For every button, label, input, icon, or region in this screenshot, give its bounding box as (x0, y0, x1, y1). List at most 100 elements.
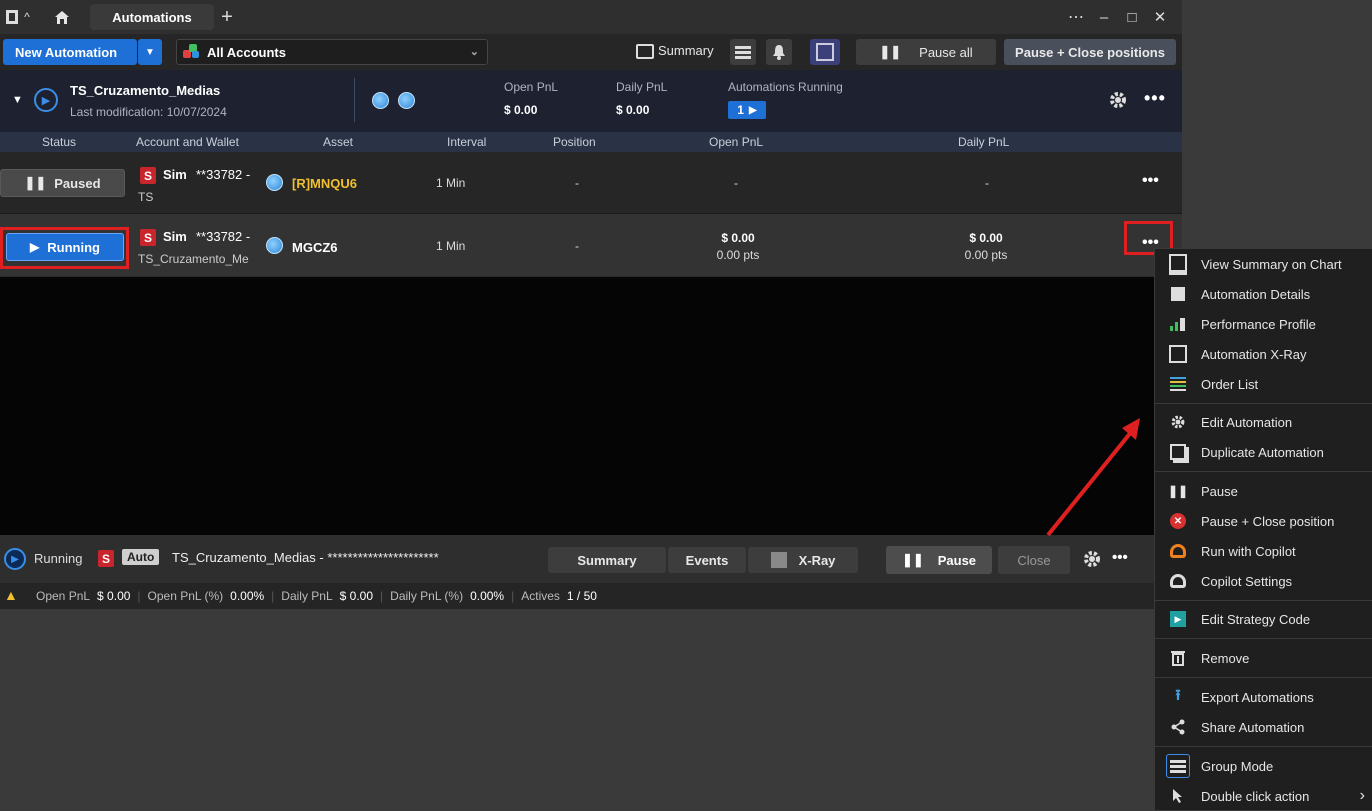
status-label: Running (47, 239, 100, 255)
globe-icon (372, 92, 389, 109)
automation-group-header[interactable]: ▼ ▶ TS_Cruzamento_Medias Last modificati… (0, 70, 1182, 132)
tab-events[interactable]: Events (668, 547, 746, 573)
menu-item-remove[interactable]: Remove (1155, 643, 1372, 673)
separator: | (271, 589, 275, 603)
tab-automations[interactable]: Automations (90, 4, 214, 30)
col-asset[interactable]: Asset (323, 135, 353, 149)
cursor-icon (1155, 788, 1201, 804)
daily-pnl-pts: 0.00 pts (964, 248, 1008, 262)
menu-item-run-with-copilot[interactable]: Run with Copilot (1155, 536, 1372, 566)
menu-label: Remove (1201, 650, 1250, 666)
close-window-icon[interactable]: ✕ (1150, 6, 1170, 28)
menu-item-automation-details[interactable]: Automation Details (1155, 279, 1372, 309)
menu-item-copilot-settings[interactable]: Copilot Settings (1155, 566, 1372, 596)
bell-icon[interactable] (766, 39, 792, 65)
close-button[interactable]: Close (998, 546, 1070, 574)
menu-item-performance-profile[interactable]: Performance Profile (1155, 309, 1372, 339)
menu-item-view-summary[interactable]: View Summary on Chart (1155, 249, 1372, 279)
position: - (575, 176, 579, 190)
new-automation-dropdown-icon[interactable]: ▼ (138, 39, 162, 65)
sim-badge: S (140, 167, 156, 184)
new-automation-label: New Automation (15, 44, 118, 60)
menu-item-pause[interactable]: ❚❚ Pause (1155, 476, 1372, 506)
list-view-icon[interactable] (730, 39, 756, 65)
add-tab-icon[interactable]: + (216, 5, 238, 29)
tab-xray[interactable]: X-Ray (748, 547, 858, 573)
col-daily-pnl[interactable]: Daily PnL (958, 135, 1009, 149)
pause-icon: ❚❚ (901, 552, 924, 567)
play-circle-icon[interactable]: ▶ (4, 548, 26, 570)
pause-close-positions-button[interactable]: Pause + Close positions (1004, 39, 1176, 65)
sim-badge: S (140, 229, 156, 246)
play-circle-icon[interactable]: ▶ (34, 88, 58, 112)
menu-item-edit-automation[interactable]: Edit Automation (1155, 407, 1372, 437)
menu-item-automation-xray[interactable]: Automation X-Ray (1155, 339, 1372, 369)
group-settings-gear-icon[interactable] (1108, 90, 1128, 110)
menu-item-share-automation[interactable]: Share Automation (1155, 712, 1372, 742)
empty-list-area (0, 277, 1182, 535)
status-more-icon[interactable]: ••• (1112, 549, 1128, 566)
open-pct-label: Open PnL (%) (147, 589, 224, 603)
app-logo-icon[interactable] (4, 8, 20, 26)
accounts-select[interactable]: All Accounts ⌄ (176, 39, 488, 65)
copilot-settings-icon (1155, 574, 1201, 588)
col-interval[interactable]: Interval (447, 135, 486, 149)
col-account-wallet[interactable]: Account and Wallet (136, 135, 239, 149)
minimize-icon[interactable]: – (1094, 6, 1114, 28)
more-options-icon[interactable]: ⋯ (1066, 6, 1086, 28)
maximize-icon[interactable]: □ (1122, 6, 1142, 28)
menu-label: Performance Profile (1201, 316, 1316, 332)
toolbar: New Automation ▼ All Accounts ⌄ Summary … (0, 34, 1182, 70)
status-paused-button[interactable]: ❚❚ Paused (0, 169, 125, 197)
home-icon[interactable] (52, 6, 72, 28)
daily-pnl: - (985, 176, 989, 190)
col-status[interactable]: Status (42, 135, 76, 149)
pause-button[interactable]: ❚❚ Pause (886, 546, 992, 574)
col-open-pnl[interactable]: Open PnL (709, 135, 763, 149)
menu-item-export-automations[interactable]: ⭱ Export Automations (1155, 682, 1372, 712)
interval: 1 Min (436, 176, 466, 190)
chart-view-icon[interactable] (810, 39, 840, 65)
group-more-icon[interactable]: ••• (1144, 88, 1166, 109)
menu-item-double-click-action[interactable]: Double click action › (1155, 781, 1372, 811)
asset-symbol[interactable]: MGCZ6 (292, 240, 338, 255)
row-more-icon[interactable]: ••• (1142, 172, 1159, 190)
table-row[interactable]: ❚❚ Paused S Sim **33782 - TS [R]MNQU6 1 … (0, 152, 1182, 214)
menu-separator (1155, 677, 1372, 678)
daily-pct-label: Daily PnL (%) (390, 589, 464, 603)
menu-label: View Summary on Chart (1201, 256, 1342, 272)
menu-item-order-list[interactable]: Order List (1155, 369, 1372, 399)
share-icon (1155, 719, 1201, 735)
chart-summary-icon (1155, 253, 1201, 275)
pause-all-button[interactable]: ❚❚ Pause all (856, 39, 996, 65)
tab-summary-label: Summary (577, 552, 637, 568)
menu-label: Copilot Settings (1201, 573, 1293, 589)
chevron-up-icon[interactable]: ^ (20, 8, 34, 26)
account-type: Sim (163, 167, 187, 182)
menu-item-duplicate-automation[interactable]: Duplicate Automation (1155, 437, 1372, 467)
asset-symbol[interactable]: [R]MNQU6 (292, 176, 357, 191)
status-running-button[interactable]: ▶ Running (6, 233, 124, 261)
menu-item-edit-strategy-code[interactable]: ▶ Edit Strategy Code (1155, 604, 1372, 634)
summary-label[interactable]: Summary (658, 43, 714, 61)
pause-close-positions-label: Pause + Close positions (1015, 44, 1165, 60)
automation-name: TS (138, 190, 154, 204)
summary-footer: ▲ Open PnL $ 0.00 | Open PnL (%) 0.00% |… (0, 583, 1182, 609)
col-position[interactable]: Position (553, 135, 596, 149)
running-count-badge: 1 ▶ (728, 101, 766, 119)
tab-summary[interactable]: Summary (548, 547, 666, 573)
collapse-chevron-icon[interactable]: ▼ (12, 94, 23, 106)
menu-item-group-mode[interactable]: Group Mode (1155, 751, 1372, 781)
summary-icon[interactable] (636, 44, 654, 59)
menu-separator (1155, 600, 1372, 601)
performance-icon (1155, 316, 1201, 332)
chevron-down-icon: ⌄ (469, 46, 479, 58)
menu-item-pause-close-position[interactable]: ✕ Pause + Close position (1155, 506, 1372, 536)
menu-label: Share Automation (1201, 719, 1305, 735)
position: - (575, 239, 579, 253)
gear-icon[interactable] (1082, 549, 1102, 569)
new-automation-button[interactable]: New Automation (3, 39, 137, 65)
table-row[interactable]: ▶ Running S Sim **33782 - TS_Cruzamento_… (0, 214, 1182, 276)
pause-icon: ❚❚ (24, 175, 47, 190)
duplicate-icon (1155, 444, 1201, 460)
